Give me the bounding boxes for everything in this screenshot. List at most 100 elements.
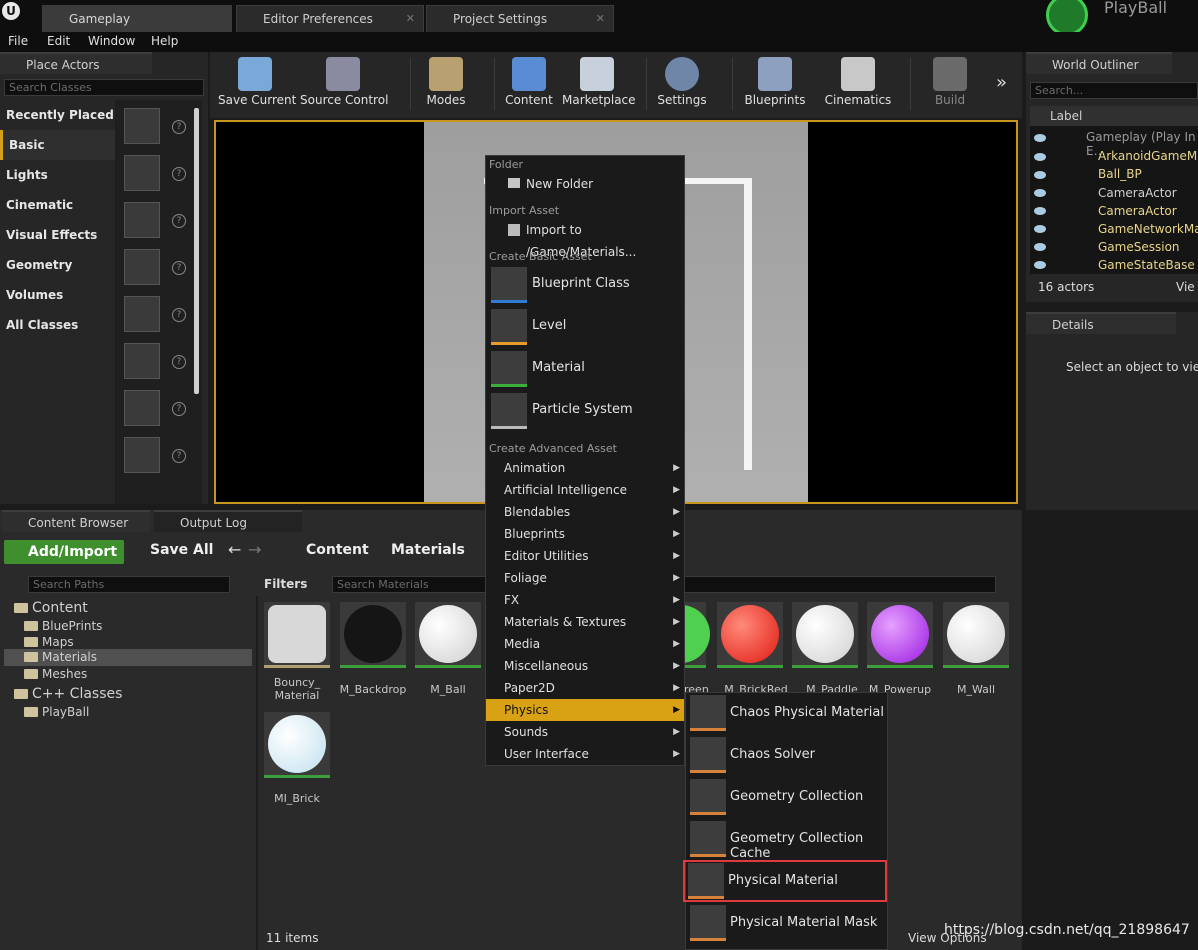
content-browser-tab[interactable]: Content Browser [2,510,150,532]
asset-tile[interactable] [264,712,330,778]
menu-physics[interactable]: Physics ▶ [486,699,684,721]
category-cinematic[interactable]: Cinematic [0,190,115,220]
overflow-chevron-icon[interactable]: » [996,72,1007,93]
menu-materials-textures[interactable]: Materials & Textures ▶ [486,611,684,633]
category-all-classes[interactable]: All Classes [0,310,115,340]
label-column-header[interactable]: Label [1030,106,1198,126]
save-all-button[interactable]: Save All [134,542,213,558]
actor-thumb[interactable] [124,249,160,285]
chaos-solver-item[interactable]: Chaos Solver [688,735,886,775]
menu-blendables[interactable]: Blendables ▶ [486,501,684,523]
filters-button[interactable]: Filters [264,577,307,591]
visibility-eye-icon[interactable] [1034,243,1046,251]
marketplace-button[interactable]: Marketplace [562,52,636,114]
menu-blueprints[interactable]: Blueprints ▶ [486,523,684,545]
menu-animation[interactable]: Animation ▶ [486,457,684,479]
blueprint-class-item[interactable]: Blueprint Class [488,265,684,305]
world-outliner-tab[interactable]: World Outliner [1026,52,1172,74]
tree-playball[interactable]: PlayBall [24,705,89,719]
tree-blueprints[interactable]: BluePrints [24,619,102,633]
details-tab[interactable]: Details [1026,312,1176,334]
category-geometry[interactable]: Geometry [0,250,115,280]
menu-sounds[interactable]: Sounds ▶ [486,721,684,743]
tab-project-settings[interactable]: Project Settings ✕ [426,5,614,32]
asset-tile[interactable] [415,602,481,668]
category-visual-effects[interactable]: Visual Effects [0,220,115,250]
search-paths-input[interactable]: Search Paths [28,576,230,593]
blueprints-button[interactable]: Blueprints [740,52,810,114]
splitter[interactable] [256,596,258,950]
breadcrumb-content[interactable]: Content [306,542,369,558]
menu-editor-utilities[interactable]: Editor Utilities ▶ [486,545,684,567]
help-icon[interactable]: ? [172,308,186,322]
tree-materials[interactable]: Materials [4,649,252,666]
outliner-item[interactable]: GameSession [1098,240,1180,254]
scrollbar[interactable] [194,108,199,394]
menu-foliage[interactable]: Foliage ▶ [486,567,684,589]
chaos-physical-material-item[interactable]: Chaos Physical Material [688,693,886,733]
menu-help[interactable]: Help [151,34,178,48]
particle-system-item[interactable]: Particle System [488,391,684,431]
breadcrumb-materials[interactable]: Materials [391,542,465,558]
visibility-eye-icon[interactable] [1034,153,1046,161]
close-icon[interactable]: ✕ [596,6,605,32]
tree-content[interactable]: Content [14,600,88,616]
close-icon[interactable]: ✕ [406,6,415,32]
level-item[interactable]: Level [488,307,684,347]
outliner-item[interactable]: GameStateBase [1098,258,1195,272]
geometry-collection-cache-item[interactable]: Geometry Collection Cache [688,819,886,861]
category-lights[interactable]: Lights [0,160,115,190]
visibility-eye-icon[interactable] [1034,134,1046,142]
menu-edit[interactable]: Edit [47,34,70,48]
asset-tile[interactable] [792,602,858,668]
actor-thumb[interactable] [124,437,160,473]
help-icon[interactable]: ? [172,167,186,181]
help-icon[interactable]: ? [172,402,186,416]
back-arrow-icon[interactable]: ← [228,540,241,559]
menu-fx[interactable]: FX ▶ [486,589,684,611]
save-current-button[interactable]: Save Current [218,52,296,114]
outliner-item[interactable]: ArkanoidGameMo [1098,149,1198,163]
tree-meshes[interactable]: Meshes [24,667,87,681]
help-icon[interactable]: ? [172,355,186,369]
visibility-eye-icon[interactable] [1034,207,1046,215]
menu-paper2d[interactable]: Paper2D ▶ [486,677,684,699]
place-actors-tab[interactable]: Place Actors [0,52,152,74]
actor-thumb[interactable] [124,202,160,238]
menu-user-interface[interactable]: User Interface ▶ [486,743,684,765]
asset-tile[interactable] [652,602,710,668]
menu-miscellaneous[interactable]: Miscellaneous ▶ [486,655,684,677]
modes-button[interactable]: Modes [416,52,476,114]
asset-tile[interactable] [340,602,406,668]
outliner-item[interactable]: Ball_BP [1098,167,1142,181]
content-button[interactable]: Content [502,52,556,114]
visibility-eye-icon[interactable] [1034,225,1046,233]
menu-file[interactable]: File [8,34,28,48]
visibility-eye-icon[interactable] [1034,261,1046,269]
asset-tile[interactable] [717,602,783,668]
category-basic[interactable]: Basic [0,130,115,160]
help-icon[interactable]: ? [172,214,186,228]
category-recently-placed[interactable]: Recently Placed [0,100,115,130]
tree-cpp-classes[interactable]: C++ Classes [14,686,122,702]
category-volumes[interactable]: Volumes [0,280,115,310]
actor-thumb[interactable] [124,108,160,144]
view-options-button[interactable]: Vie [1176,280,1195,294]
material-item[interactable]: Material [488,349,684,389]
outliner-item[interactable]: CameraActor [1098,204,1177,218]
tab-editor-preferences[interactable]: Editor Preferences ✕ [236,5,424,32]
outliner-item[interactable]: GameNetworkMar [1098,222,1198,236]
asset-tile[interactable] [264,602,330,668]
actor-thumb[interactable] [124,343,160,379]
actor-thumb[interactable] [124,296,160,332]
search-classes-input[interactable]: Search Classes [4,79,204,96]
asset-tile[interactable] [943,602,1009,668]
help-icon[interactable]: ? [172,449,186,463]
physical-material-mask-item[interactable]: Physical Material Mask [688,903,886,943]
actor-thumb[interactable] [124,390,160,426]
outliner-item[interactable]: CameraActor [1098,186,1177,200]
menu-media[interactable]: Media ▶ [486,633,684,655]
visibility-eye-icon[interactable] [1034,189,1046,197]
source-control-status-icon[interactable] [1046,0,1088,36]
outliner-search-input[interactable]: Search... [1030,82,1198,99]
